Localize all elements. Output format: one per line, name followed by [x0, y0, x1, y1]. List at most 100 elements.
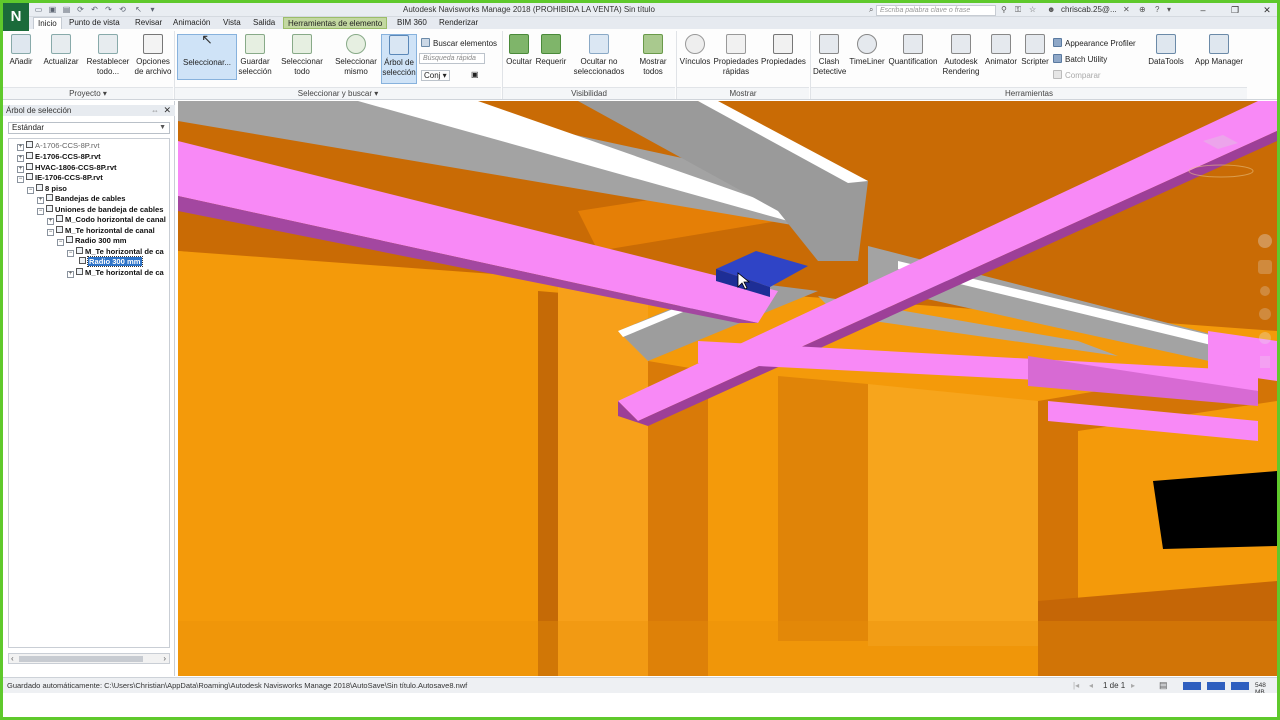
expand-icon[interactable]: + — [47, 218, 54, 225]
tree-node[interactable]: + E-1706-CCS-8P.rvt — [17, 152, 101, 162]
look-icon[interactable] — [1259, 332, 1271, 344]
app-manager-button[interactable]: App Manager — [1191, 34, 1247, 90]
tab-inicio[interactable]: Inicio — [33, 17, 62, 29]
print-icon[interactable]: ▤ — [61, 5, 72, 15]
panel-proyecto[interactable]: Proyecto ▾ — [3, 87, 173, 99]
propiedades-rapidas-button[interactable]: Propiedades rápidas — [713, 34, 759, 90]
close-button[interactable]: ✕ — [1259, 5, 1275, 15]
select-cursor-icon[interactable]: ↖ — [133, 5, 144, 15]
tree-node[interactable]: − Uniones de bandeja de cables — [37, 205, 163, 215]
user-name[interactable]: chriscab.25@... — [1061, 5, 1117, 14]
open-icon[interactable]: ▭ — [33, 5, 44, 15]
collapse-icon[interactable]: − — [17, 176, 24, 183]
redo-icon[interactable]: ↷ — [103, 5, 114, 15]
next-page-icon[interactable]: ▸ — [1131, 681, 1135, 690]
help-search-input[interactable]: Escriba palabra clave o frase — [876, 5, 996, 16]
ocultar-no-seleccionados-button[interactable]: Ocultar no seleccionados — [569, 34, 629, 90]
tree-node[interactable]: + Bandejas de cables — [37, 194, 126, 204]
seleccionar-todo-button[interactable]: Seleccionar todo — [279, 34, 325, 90]
tab-herramientas-de-elemento[interactable]: Herramientas de elemento — [283, 17, 388, 29]
tab-punto-de-vista[interactable]: Punto de vista — [65, 17, 124, 29]
tree-node[interactable]: + A-1706-CCS-8P.rvt — [17, 141, 99, 151]
tree-node[interactable]: + HVAC-1806-CCS-8P.rvt — [17, 163, 117, 173]
datatools-button[interactable]: DataTools — [1145, 34, 1187, 90]
collapse-icon[interactable]: − — [47, 229, 54, 236]
help-icon[interactable]: ? — [1155, 5, 1159, 15]
requerir-button[interactable]: Requerir — [535, 34, 567, 90]
appearance-profiler-button[interactable]: Appearance Profiler — [1053, 38, 1136, 49]
search-icon[interactable]: ⚲ — [1001, 5, 1007, 15]
panel-herramientas[interactable]: Herramientas — [811, 87, 1247, 99]
tree-node[interactable]: + M_Codo horizontal de canal — [47, 215, 166, 225]
close-icon[interactable]: ✕ — [163, 105, 171, 116]
tree-horizontal-scrollbar[interactable]: ‹ › — [8, 653, 170, 664]
steering-wheel-icon[interactable] — [1258, 234, 1272, 248]
3d-viewport[interactable] — [178, 101, 1277, 676]
arbol-seleccion-button[interactable]: Árbol de selección — [381, 34, 417, 84]
panel-seleccionar-buscar[interactable]: Seleccionar y buscar ▾ — [175, 87, 501, 99]
refresh-icon[interactable]: ⟳ — [75, 5, 86, 15]
tab-animacion[interactable]: Animación — [169, 17, 214, 29]
collapse-icon[interactable]: − — [27, 187, 34, 194]
quantification-button[interactable]: Quantification — [887, 34, 939, 90]
tab-revisar[interactable]: Revisar — [131, 17, 166, 29]
tree-node[interactable]: − M_Te horizontal de canal — [47, 226, 155, 236]
panel-mostrar[interactable]: Mostrar — [677, 87, 809, 99]
tree-mode-select[interactable]: Estándar ▼ — [8, 122, 170, 134]
subscription-icon[interactable]: ⚿ — [1015, 5, 1021, 15]
anadir-button[interactable]: Añadir — [7, 34, 35, 90]
animator-button[interactable]: Animator — [983, 34, 1019, 90]
tree-node[interactable]: − Radio 300 mm — [57, 236, 127, 246]
navisworks-logo[interactable]: N — [3, 3, 29, 31]
collapse-icon[interactable]: − — [57, 239, 64, 246]
seleccionar-mismo-button[interactable]: Seleccionar mismo — [333, 34, 379, 90]
expand-icon[interactable]: + — [17, 166, 24, 173]
prev-page-icon[interactable]: ◂ — [1089, 681, 1093, 690]
save-icon[interactable]: ▣ — [47, 5, 58, 15]
conj-dropdown[interactable]: Conj ▾ — [421, 70, 450, 81]
user-icon[interactable]: ☻ — [1047, 5, 1055, 15]
clash-detective-button[interactable]: Clash Detective — [813, 34, 846, 90]
buscar-elementos-button[interactable]: Buscar elementos — [421, 38, 497, 49]
busqueda-rapida-input[interactable]: Búsqueda rápida — [419, 53, 485, 64]
expand-icon[interactable]: + — [37, 197, 44, 204]
scroll-left-icon[interactable]: ‹ — [11, 654, 14, 664]
mostrar-todos-button[interactable]: Mostrar todos — [635, 34, 671, 90]
tab-renderizar[interactable]: Renderizar — [435, 17, 482, 29]
orbit-icon[interactable] — [1259, 308, 1271, 320]
scripter-button[interactable]: Scripter — [1019, 34, 1051, 90]
tab-vista[interactable]: Vista — [219, 17, 245, 29]
tree-node[interactable]: − IE-1706-CCS-8P.rvt — [17, 173, 103, 183]
sync-icon[interactable]: ⟲ — [117, 5, 128, 15]
sets-icon[interactable]: ▣ — [471, 70, 479, 80]
restore-button[interactable]: ❐ — [1227, 5, 1243, 15]
first-page-icon[interactable]: |◂ — [1073, 681, 1079, 690]
scrollbar-thumb[interactable] — [19, 656, 143, 662]
binoculars-icon[interactable]: ⌕ — [869, 5, 873, 15]
expand-icon[interactable]: + — [17, 155, 24, 162]
comparar-button[interactable]: Comparar — [1053, 70, 1101, 81]
actualizar-button[interactable]: Actualizar — [41, 34, 81, 90]
undo-icon[interactable]: ↶ — [89, 5, 100, 15]
opciones-archivo-button[interactable]: Opciones de archivo — [133, 34, 173, 90]
exchange-icon[interactable]: ✕ — [1123, 5, 1130, 15]
expand-icon[interactable]: + — [17, 144, 24, 151]
timeliner-button[interactable]: TimeLiner — [849, 34, 885, 90]
restablecer-button[interactable]: Restablecer todo... — [85, 34, 131, 90]
minimize-button[interactable]: – — [1195, 5, 1211, 15]
pan-icon[interactable] — [1258, 260, 1272, 274]
scroll-right-icon[interactable]: › — [163, 654, 166, 664]
guardar-seleccion-button[interactable]: Guardar selección — [237, 34, 273, 90]
tab-bim-360[interactable]: BIM 360 — [393, 17, 431, 29]
expand-icon[interactable]: + — [67, 271, 74, 278]
pin-icon[interactable]: ⇔ — [151, 105, 159, 116]
select-icon[interactable] — [1260, 356, 1270, 368]
help-dropdown-icon[interactable]: ▾ — [1167, 5, 1171, 15]
tree-node[interactable]: + M_Te horizontal de ca — [67, 268, 164, 278]
sheet-browser-icon[interactable]: ▤ — [1159, 680, 1168, 691]
tree-node-selected[interactable]: Radio 300 mm — [79, 256, 143, 267]
customize-icon[interactable]: ▾ — [147, 5, 158, 15]
collapse-icon[interactable]: − — [67, 250, 74, 257]
collapse-icon[interactable]: − — [37, 208, 44, 215]
propiedades-button[interactable]: Propiedades — [761, 34, 806, 90]
